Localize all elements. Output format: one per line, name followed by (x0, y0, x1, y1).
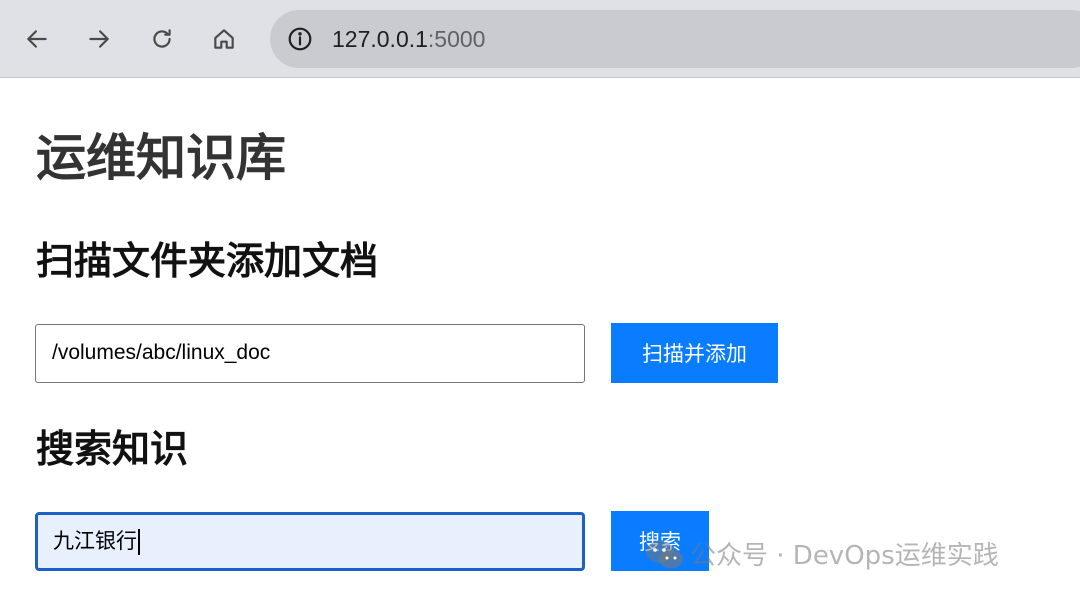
folder-path-input[interactable]: /volumes/abc/linux_doc (35, 324, 585, 383)
scan-and-add-button[interactable]: 扫描并添加 (611, 323, 778, 383)
address-bar[interactable]: 127.0.0.1:5000 (270, 10, 1080, 68)
forward-button[interactable] (80, 20, 118, 58)
reload-button[interactable] (143, 20, 181, 58)
text-caret (138, 529, 140, 556)
url-port: :5000 (427, 26, 486, 52)
url-host: 127.0.0.1 (332, 26, 428, 52)
reload-icon (153, 29, 171, 48)
search-input-value: 九江银行 (53, 530, 137, 553)
back-button[interactable] (18, 20, 56, 58)
browser-toolbar: 127.0.0.1:5000 (0, 0, 1080, 78)
search-input[interactable]: 九江银行 (35, 512, 585, 571)
wechat-icon (646, 541, 683, 569)
arrow-left-icon (27, 30, 47, 48)
page-content: 运维知识库 扫描文件夹添加文档 /volumes/abc/linux_doc 扫… (0, 78, 1080, 600)
arrow-right-icon (89, 30, 109, 48)
info-icon (288, 27, 312, 51)
home-icon (214, 29, 234, 49)
scan-section-heading: 扫描文件夹添加文档 (36, 239, 379, 283)
watermark: 公众号 · DevOps运维实践 (644, 538, 999, 574)
site-info-button[interactable] (284, 23, 316, 55)
url-text[interactable]: 127.0.0.1:5000 (332, 24, 485, 54)
search-section-heading: 搜索知识 (36, 427, 189, 471)
page-title: 运维知识库 (36, 129, 286, 187)
home-button[interactable] (205, 20, 243, 58)
folder-path-value: /volumes/abc/linux_doc (52, 341, 271, 364)
watermark-text: 公众号 · DevOps运维实践 (690, 541, 999, 571)
